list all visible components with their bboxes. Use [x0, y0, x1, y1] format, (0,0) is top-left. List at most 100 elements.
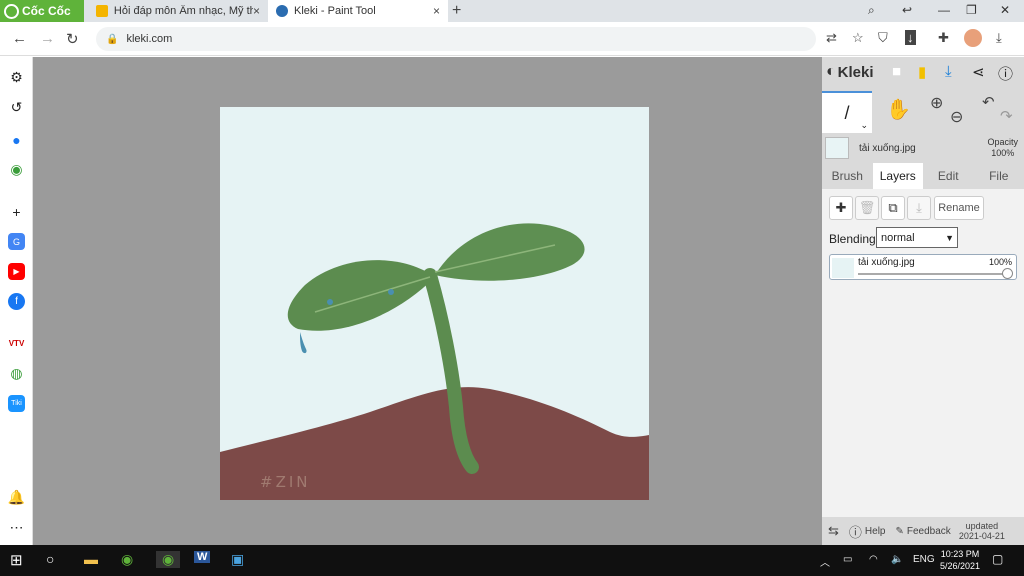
blending-value: normal [881, 231, 915, 244]
brush-tool-button[interactable]: / ⌄ [822, 91, 872, 133]
hand-tool-icon[interactable]: ✋ [886, 97, 911, 122]
coccoc-active-icon[interactable]: ◉ [156, 551, 181, 568]
kleki-logo-icon: ◐ [826, 63, 836, 80]
merge-down-icon[interactable]: ⤓ [907, 196, 931, 220]
new-file-icon[interactable]: ■ [892, 63, 901, 80]
kleki-workspace[interactable]: #ZIN [33, 57, 822, 545]
drawing-canvas[interactable]: #ZIN [220, 107, 649, 500]
tab-close-icon[interactable]: × [253, 4, 260, 18]
battery-icon[interactable]: ▭ [843, 554, 852, 565]
blending-label: Blending [829, 232, 876, 246]
browser-brand-button[interactable]: Cốc Cốc [0, 0, 84, 22]
zoom-in-icon[interactable]: ⊕ [930, 93, 943, 113]
duplicate-layer-icon[interactable]: ⧉ [881, 196, 905, 220]
windows-start-icon[interactable]: ⊞ [10, 551, 23, 569]
close-window-icon[interactable]: ✕ [1000, 3, 1010, 17]
translate-icon[interactable]: ⇄ [826, 30, 837, 46]
feedback-icon: ✎ [895, 525, 904, 537]
history-icon[interactable]: ↺ [8, 99, 25, 116]
layer-opacity-slider[interactable] [858, 273, 1010, 275]
rename-layer-button[interactable]: Rename [934, 196, 984, 220]
tiki-icon[interactable]: Tiki [8, 395, 25, 412]
file-name: tải xuống.jpg [859, 143, 916, 154]
open-folder-icon[interactable]: ▮ [918, 63, 926, 81]
browser-sidebar: ⚙ ↺ ● ◉ + G ▶ f VTV ◍ Tiki 🔔 ⋯ [0, 57, 33, 545]
search-icon[interactable]: ○ [46, 551, 54, 567]
show-hidden-icons[interactable]: ︿ [820, 554, 830, 569]
tab-layers[interactable]: Layers [872, 163, 923, 189]
tab-brush[interactable]: Brush [822, 163, 873, 189]
volume-icon[interactable]: 🔈 [891, 554, 903, 565]
back-app-icon[interactable]: ↩ [902, 3, 912, 17]
site-favicon-icon [96, 5, 108, 17]
download-ext-icon[interactable]: ↓ [905, 30, 916, 45]
search-tabs-icon[interactable]: ⌕ [868, 3, 875, 18]
tool-row: / ⌄ ✋ ⊕ ⊖ ↶ ↷ [822, 91, 1024, 135]
facebook-icon[interactable]: f [8, 293, 25, 310]
share-icon[interactable]: ⋖ [972, 63, 985, 81]
undo-icon[interactable]: ↶ [982, 93, 995, 111]
artist-signature: #ZIN [260, 473, 311, 491]
messenger-icon[interactable]: ● [8, 131, 25, 148]
clock-time: 10:23 PM [940, 549, 980, 559]
zoom-out-icon[interactable]: ⊖ [950, 107, 963, 127]
coccoc-app-icon[interactable]: ◉ [121, 551, 133, 568]
browser-brand-label: Cốc Cốc [22, 4, 71, 18]
reload-icon[interactable]: ↻ [66, 30, 79, 48]
game-controller-icon[interactable]: ◉ [8, 161, 25, 178]
back-icon[interactable]: ← [12, 30, 27, 47]
settings-gear-icon[interactable]: ⚙ [8, 69, 25, 86]
swap-side-icon[interactable]: ⇆ [828, 523, 839, 539]
add-sidebar-icon[interactable]: + [8, 203, 25, 220]
language-indicator[interactable]: ENG [913, 554, 935, 565]
new-tab-button[interactable]: + [452, 2, 461, 20]
photos-icon[interactable]: ▣ [231, 551, 244, 568]
browser-tab-bar: Cốc Cốc Hỏi đáp môn Âm nhạc, Mỹ thu × Kl… [0, 0, 1024, 22]
downloads-icon[interactable]: ⤓ [996, 30, 1002, 46]
bookmark-star-icon[interactable]: ☆ [852, 30, 864, 46]
layer-opacity: 100% [988, 257, 1012, 267]
more-options-icon[interactable]: ⋯ [8, 519, 25, 536]
file-explorer-icon[interactable]: ▬ [84, 551, 98, 567]
tab-kleki[interactable]: Kleki - Paint Tool × [268, 0, 448, 22]
layer-item[interactable]: tải xuống.jpg 100% [829, 254, 1017, 280]
opacity-value: 100% [991, 148, 1015, 158]
help-button[interactable]: ⓘ Help [849, 522, 886, 541]
restore-icon[interactable]: ❐ [966, 3, 977, 17]
layer-opacity-handle[interactable] [1002, 268, 1013, 279]
chevron-down-icon[interactable]: ⌄ [860, 120, 868, 131]
shield-icon[interactable]: ⛉ [878, 30, 888, 46]
word-icon[interactable]: W [194, 551, 211, 563]
coccoc-map-icon[interactable]: ◍ [8, 365, 25, 382]
minimize-icon[interactable]: — [938, 3, 950, 17]
chevron-down-icon: ▼ [945, 232, 954, 243]
youtube-icon[interactable]: ▶ [8, 263, 25, 280]
tab-edit[interactable]: Edit [923, 163, 974, 189]
help-circle-icon[interactable]: ⓘ [998, 63, 1013, 84]
tab-hoidap[interactable]: Hỏi đáp môn Âm nhạc, Mỹ thu × [88, 0, 268, 22]
notifications-bell-icon[interactable]: 🔔 [8, 489, 25, 506]
sprout-artwork [220, 107, 649, 500]
tab-file[interactable]: File [974, 163, 1024, 189]
vtv-icon[interactable]: VTV [8, 335, 25, 352]
url-bar[interactable]: 🔒 kleki.com [96, 27, 816, 51]
taskbar-clock[interactable]: 10:23 PM 5/26/2021 [940, 548, 980, 572]
tab-close-icon[interactable]: × [433, 4, 440, 18]
layer-name: tải xuống.jpg [858, 257, 915, 268]
current-layer-thumbnail [825, 137, 849, 159]
feedback-button[interactable]: ✎ Feedback [896, 526, 951, 537]
save-download-icon[interactable]: ⤓ [945, 63, 952, 80]
layer-thumbnail [832, 258, 854, 278]
redo-icon[interactable]: ↷ [1000, 107, 1013, 125]
delete-layer-icon[interactable]: 🗑 [855, 196, 879, 220]
forward-icon[interactable]: → [40, 30, 55, 47]
avatar[interactable] [964, 29, 982, 47]
add-layer-button[interactable]: ✚ [829, 196, 853, 220]
blending-select[interactable]: normal ▼ [876, 227, 958, 248]
kleki-logo-text: Kleki [837, 63, 874, 81]
updated-label: updated [965, 521, 999, 531]
translate-app-icon[interactable]: G [8, 233, 25, 250]
wifi-icon[interactable]: ◠ [869, 554, 878, 565]
extensions-puzzle-icon[interactable]: ✚ [938, 30, 949, 46]
notification-center-icon[interactable]: ▢ [992, 552, 1003, 566]
